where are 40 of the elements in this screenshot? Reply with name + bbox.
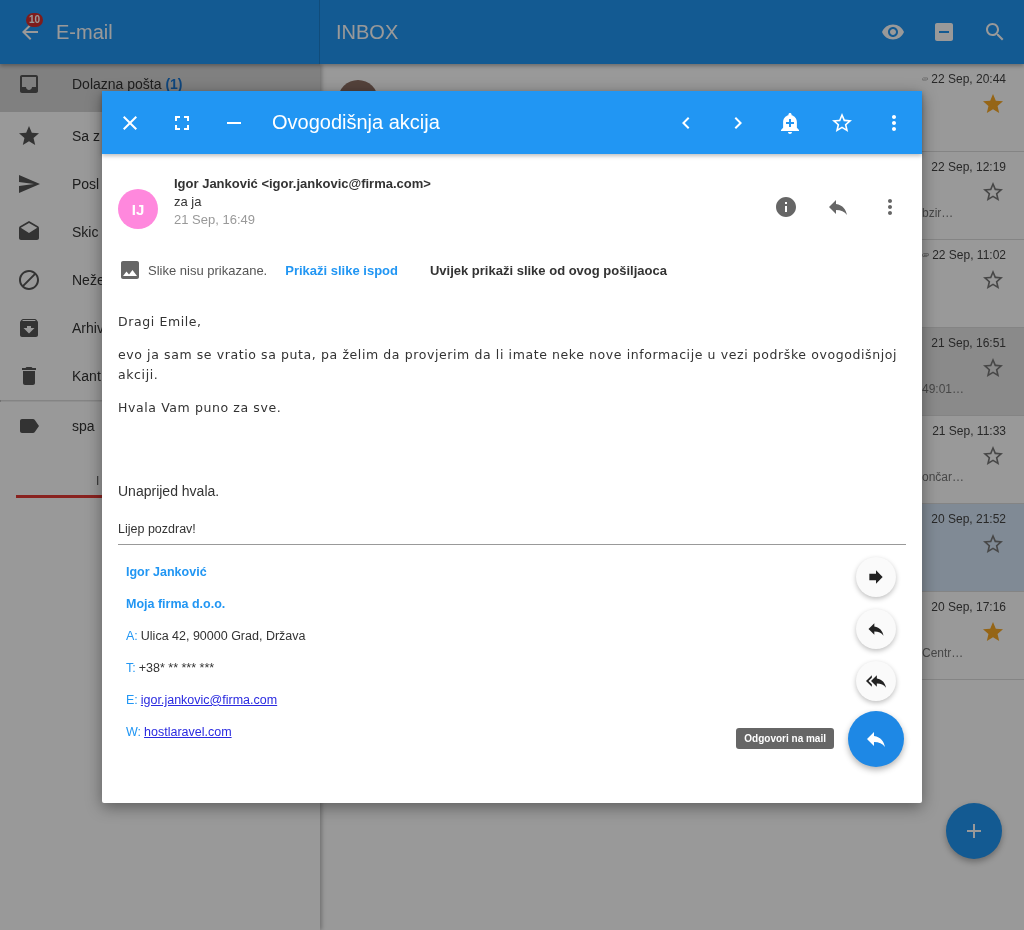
- message-date: 21 Sep, 11:33: [932, 424, 1006, 438]
- recipient-text: za ja: [174, 194, 203, 209]
- message-snippet: ončar…: [922, 470, 966, 484]
- folder-label: Kant: [72, 368, 101, 384]
- field-label: A:: [126, 629, 138, 643]
- folder-label: Dolazna pošta (1): [72, 76, 183, 92]
- folder-title: INBOX: [336, 20, 400, 44]
- tooltip: Odgovori na mail: [736, 728, 834, 749]
- closing-text: Unaprijed hvala.: [118, 483, 220, 499]
- signature-company: Moja firma d.o.o.: [126, 597, 227, 611]
- images-notice: Slike nisu prikazane.: [148, 262, 268, 278]
- folder-label: Skic: [72, 224, 99, 240]
- message-date: 22 Sep, 11:02: [932, 248, 1006, 262]
- message-date: 20 Sep, 17:16: [931, 600, 1006, 614]
- field-label: W:: [126, 725, 142, 739]
- greeting-text: Lijep pozdrav!: [118, 522, 906, 545]
- message-snippet: bzir…: [922, 206, 955, 220]
- message-date: 20 Sep, 21:52: [931, 512, 1006, 526]
- folder-label: Posl: [72, 176, 100, 192]
- message-date: 21 Sep, 16:51: [931, 336, 1006, 350]
- message-date: 22 Sep, 20:44: [931, 72, 1006, 86]
- field-label: T:: [126, 661, 136, 675]
- body-paragraph: evo ja sam se vratio sa puta, pa želim da provjerim da li imate neke nove informacije u vezi podrške ovogodišnjoj akciji.: [118, 346, 899, 384]
- message-subject: Ovogodišnja akcija: [272, 111, 441, 134]
- contact-text: +38* ** *** ***: [138, 661, 215, 675]
- sender-name: Igor Janković <igor.jankovic@firma.com>: [174, 176, 432, 191]
- storage-label: I: [96, 474, 100, 488]
- body-paragraph: Hvala Vam puno za sve.: [118, 399, 283, 417]
- folder-label: spa: [72, 418, 95, 434]
- field-label: E:: [126, 693, 138, 707]
- message-date: 21 Sep, 16:49: [174, 212, 256, 227]
- message-date: 22 Sep, 12:19: [931, 160, 1006, 174]
- app-title: E-mail: [56, 20, 113, 44]
- unread-badge: 10: [26, 13, 44, 27]
- folder-label: Sa z: [72, 128, 100, 144]
- body-paragraph: Dragi Emile,: [118, 313, 203, 331]
- signature-name: Igor Janković: [126, 565, 208, 579]
- message-snippet: Centr…: [922, 646, 965, 660]
- contact-text: Ulica 42, 90000 Grad, Država: [140, 629, 306, 643]
- sender-avatar: IJ: [118, 189, 158, 229]
